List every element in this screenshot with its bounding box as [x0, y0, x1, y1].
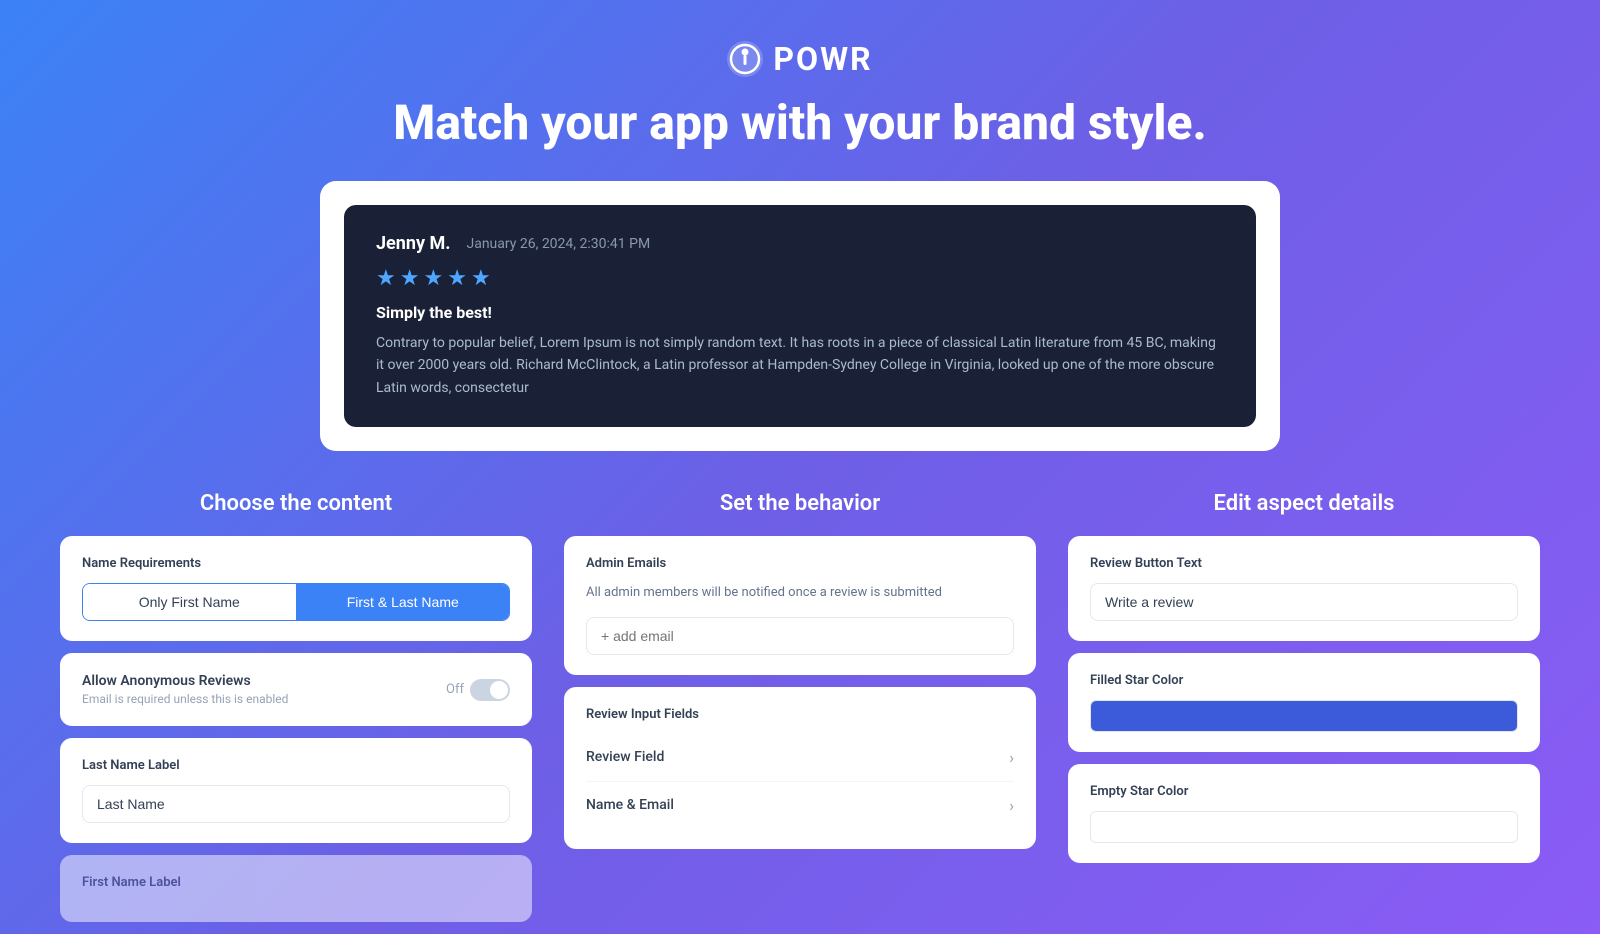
- review-title: Simply the best!: [376, 303, 1224, 322]
- name-email-label: Name & Email: [586, 797, 674, 813]
- review-button-text-label: Review Button Text: [1090, 556, 1518, 571]
- only-first-name-button[interactable]: Only First Name: [83, 584, 297, 620]
- add-email-input[interactable]: [586, 617, 1014, 655]
- allow-anonymous-info: Allow Anonymous Reviews Email is require…: [82, 673, 288, 706]
- first-last-name-button[interactable]: First & Last Name: [297, 584, 510, 620]
- first-name-label-heading: First Name Label: [82, 875, 510, 890]
- preview-container: Jenny M. January 26, 2024, 2:30:41 PM ★ …: [320, 181, 1280, 451]
- allow-anonymous-card: Allow Anonymous Reviews Email is require…: [60, 653, 532, 726]
- empty-star-color-card: Empty Star Color: [1068, 764, 1540, 863]
- logo-text: POWR: [773, 40, 872, 78]
- star-rating: ★ ★ ★ ★ ★: [376, 266, 1224, 291]
- tagline: Match your app with your brand style.: [0, 94, 1600, 151]
- allow-anonymous-label: Allow Anonymous Reviews: [82, 673, 288, 689]
- filled-star-color-card: Filled Star Color: [1068, 653, 1540, 752]
- admin-emails-card: Admin Emails All admin members will be n…: [564, 536, 1036, 675]
- name-requirements-label: Name Requirements: [82, 556, 510, 571]
- bottom-section: Choose the content Name Requirements Onl…: [0, 491, 1600, 934]
- review-button-text-input[interactable]: [1090, 583, 1518, 621]
- aspect-column-title: Edit aspect details: [1068, 491, 1540, 516]
- review-field-label: Review Field: [586, 749, 664, 765]
- powr-logo-icon: [727, 41, 763, 77]
- review-input-fields-card: Review Input Fields Review Field › Name …: [564, 687, 1036, 849]
- review-date: January 26, 2024, 2:30:41 PM: [466, 236, 650, 252]
- toggle-right: Off: [446, 679, 510, 701]
- allow-anonymous-row: Allow Anonymous Reviews Email is require…: [82, 673, 510, 706]
- empty-star-color-label: Empty Star Color: [1090, 784, 1518, 799]
- review-header: Jenny M. January 26, 2024, 2:30:41 PM: [376, 233, 1224, 254]
- last-name-label-card: Last Name Label: [60, 738, 532, 843]
- behavior-column: Set the behavior Admin Emails All admin …: [564, 491, 1036, 934]
- empty-star-color-swatch[interactable]: [1090, 811, 1518, 843]
- filled-star-color-label: Filled Star Color: [1090, 673, 1518, 688]
- anonymous-toggle-switch[interactable]: [470, 679, 510, 701]
- review-body: Contrary to popular belief, Lorem Ipsum …: [376, 332, 1224, 399]
- allow-anonymous-sublabel: Email is required unless this is enabled: [82, 692, 288, 706]
- behavior-column-title: Set the behavior: [564, 491, 1036, 516]
- filled-star-color-swatch[interactable]: [1090, 700, 1518, 732]
- admin-emails-desc: All admin members will be notified once …: [586, 583, 1014, 603]
- star-1: ★: [376, 266, 396, 291]
- review-card: Jenny M. January 26, 2024, 2:30:41 PM ★ …: [344, 205, 1256, 427]
- name-requirements-card: Name Requirements Only First Name First …: [60, 536, 532, 641]
- aspect-column: Edit aspect details Review Button Text F…: [1068, 491, 1540, 934]
- review-button-text-card: Review Button Text: [1068, 536, 1540, 641]
- review-field-item[interactable]: Review Field ›: [586, 734, 1014, 782]
- first-name-label-card: First Name Label: [60, 855, 532, 922]
- review-field-chevron-icon: ›: [1009, 748, 1014, 767]
- last-name-input[interactable]: [82, 785, 510, 823]
- star-4: ★: [447, 266, 467, 291]
- star-5: ★: [471, 266, 491, 291]
- logo-row: POWR: [0, 40, 1600, 78]
- review-input-fields-label: Review Input Fields: [586, 707, 1014, 722]
- name-email-field-item[interactable]: Name & Email ›: [586, 782, 1014, 829]
- admin-emails-label: Admin Emails: [586, 556, 1014, 571]
- content-column-title: Choose the content: [60, 491, 532, 516]
- toggle-state: Off: [446, 682, 464, 697]
- last-name-label-heading: Last Name Label: [82, 758, 510, 773]
- content-column: Choose the content Name Requirements Onl…: [60, 491, 532, 934]
- page-header: POWR Match your app with your brand styl…: [0, 0, 1600, 181]
- name-requirements-buttons: Only First Name First & Last Name: [82, 583, 510, 621]
- name-email-chevron-icon: ›: [1009, 796, 1014, 815]
- reviewer-name: Jenny M.: [376, 233, 450, 254]
- star-3: ★: [423, 266, 443, 291]
- star-2: ★: [400, 266, 420, 291]
